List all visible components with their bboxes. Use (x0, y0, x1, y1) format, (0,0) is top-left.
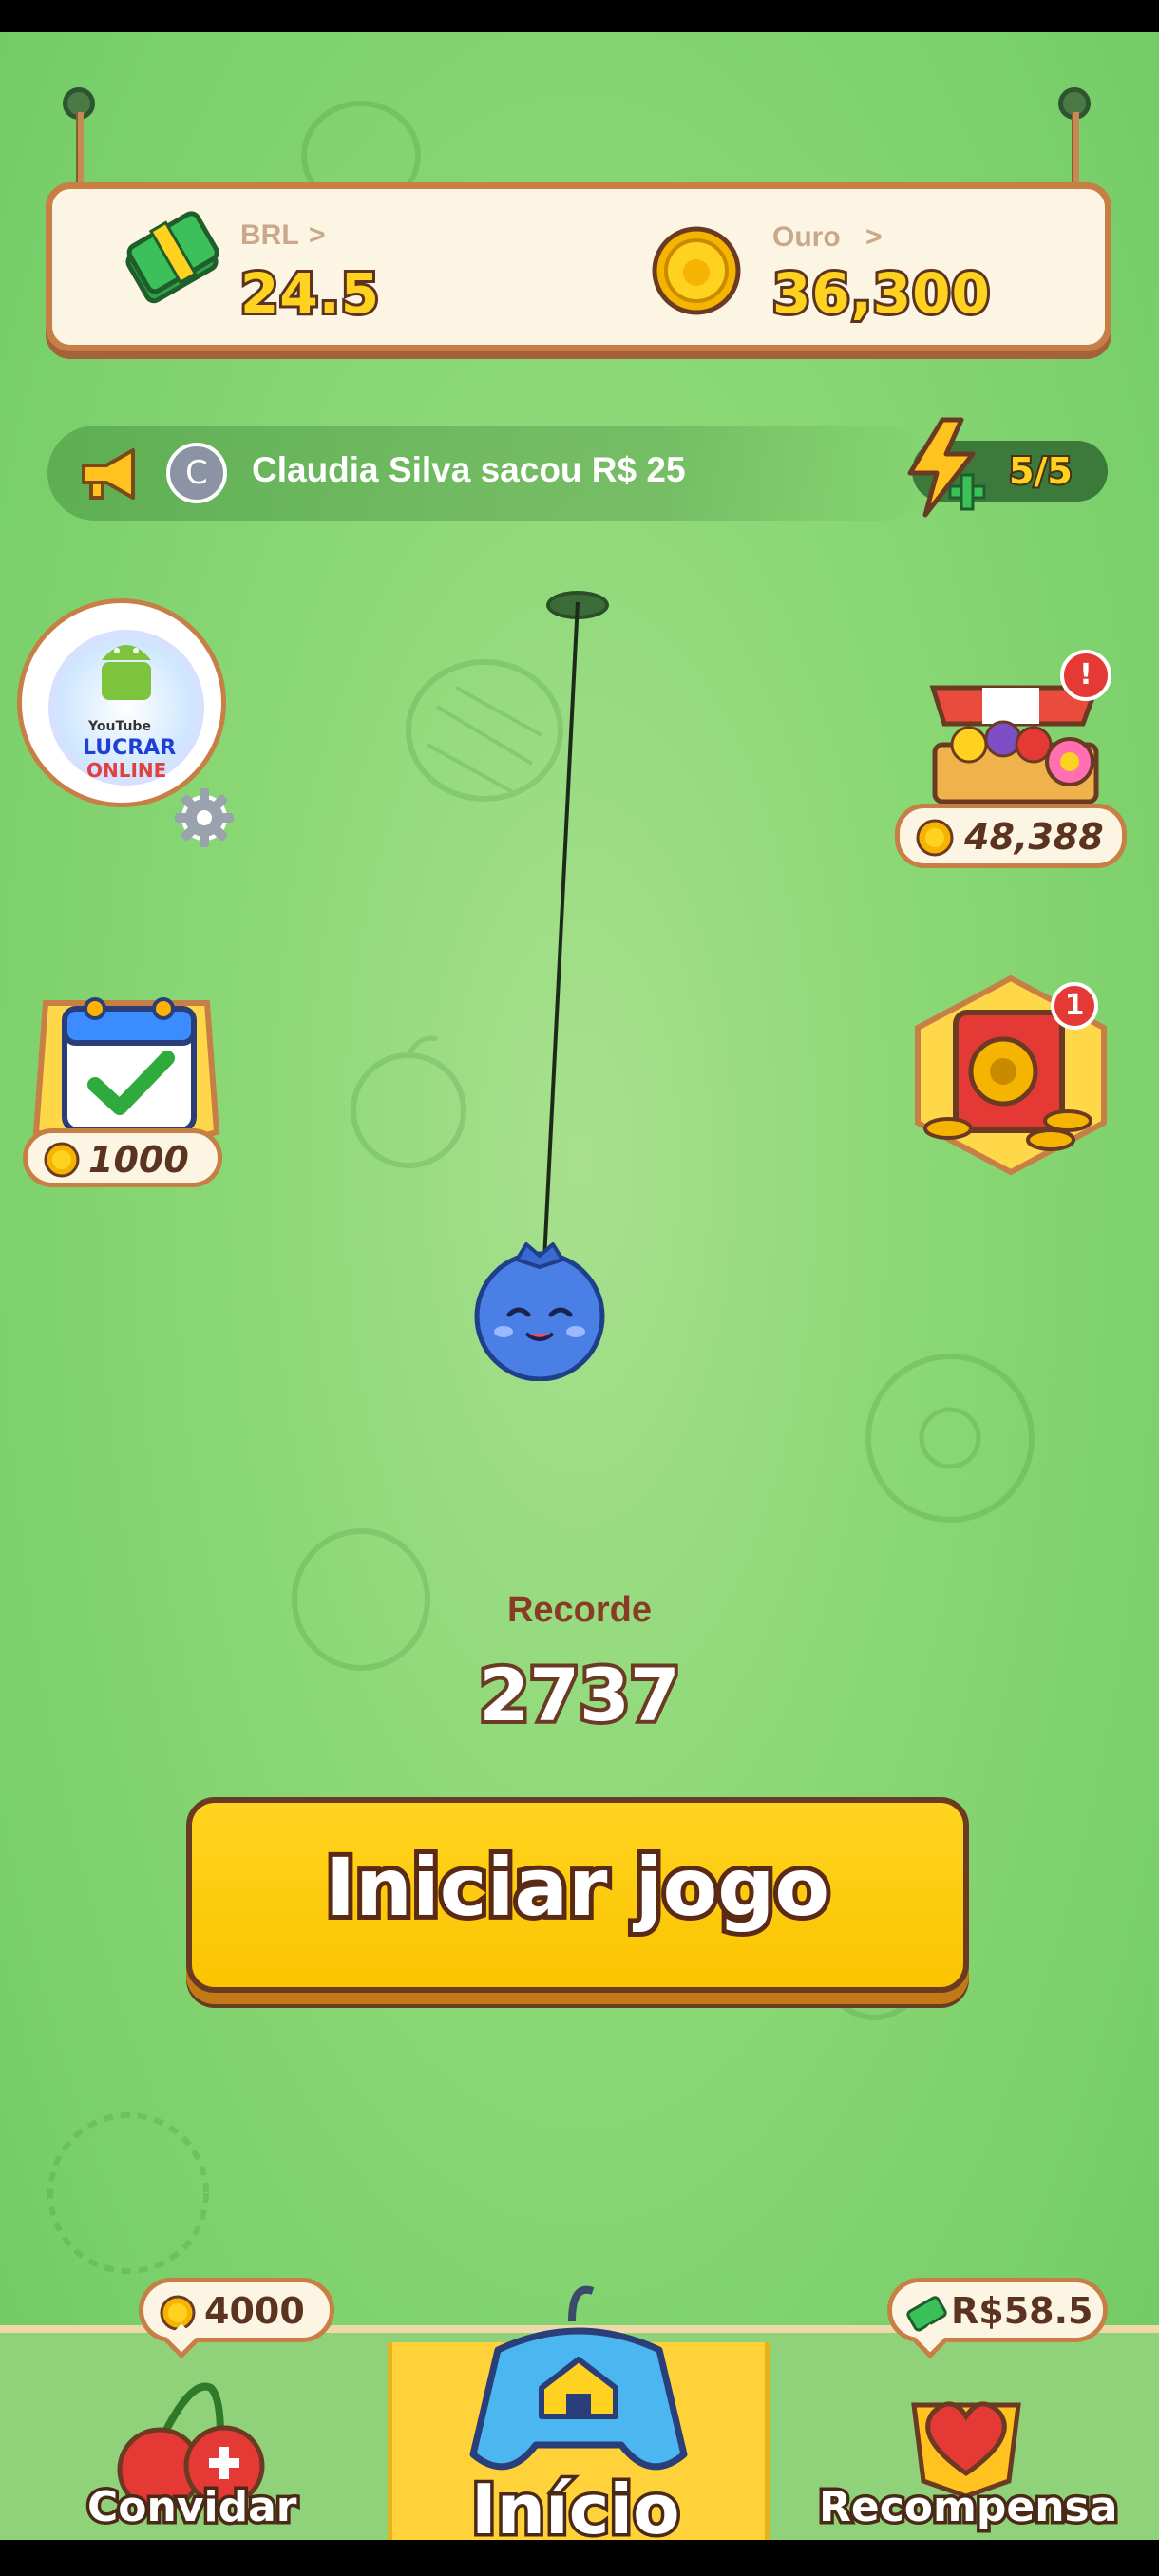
blueberry-character-icon (469, 1239, 610, 1385)
reward-bubble-value: R$58.5 (951, 2290, 1093, 2332)
nav-invite[interactable]: Convidar (57, 2340, 332, 2540)
start-game-label: Iniciar jogo (321, 1836, 834, 1939)
invite-reward-value: 4000 (204, 2290, 305, 2332)
invite-reward-bubble: 4000 (139, 2278, 334, 2342)
record-label: Recorde (506, 1590, 653, 1630)
nav-home[interactable]: Início (388, 2270, 770, 2540)
nav-home-label: Início (468, 2467, 684, 2541)
gamepad-house-icon (460, 2283, 697, 2487)
durian-deco-icon (38, 2103, 218, 2283)
start-game-button[interactable]: Iniciar jogo (186, 1797, 969, 1993)
nav-invite-label: Convidar (85, 2480, 300, 2535)
record-value: 2737 (475, 1649, 684, 1741)
nav-reward[interactable]: Recompensa (806, 2340, 1129, 2540)
nav-reward-label: Recompensa (815, 2480, 1120, 2535)
game-screen: BRL > 24.5 Ouro > 36,300 C Claudia Silva… (0, 32, 1159, 2540)
